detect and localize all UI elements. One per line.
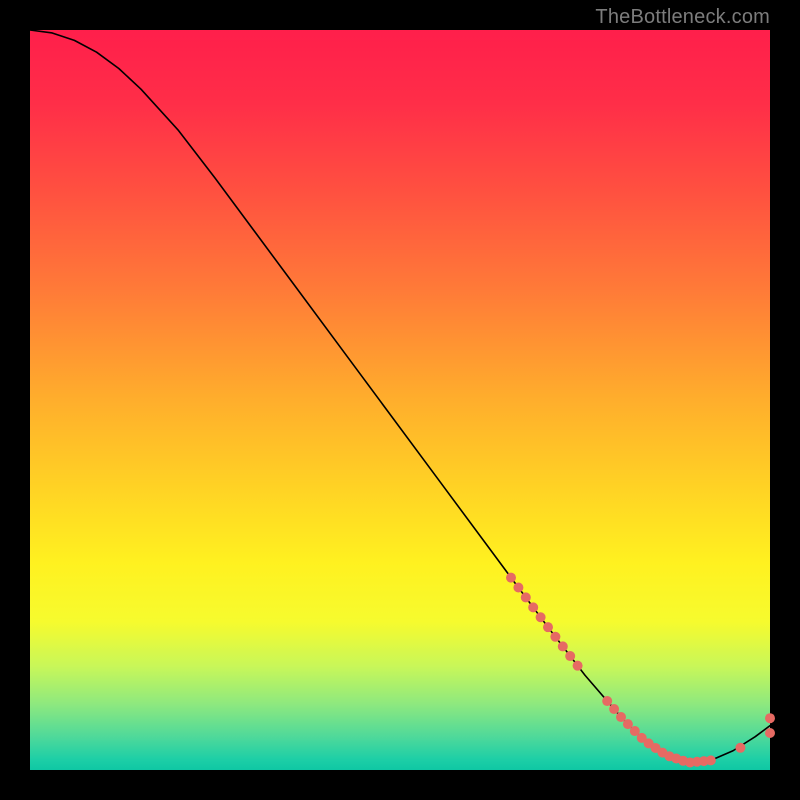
data-point bbox=[565, 651, 575, 661]
data-point bbox=[735, 743, 745, 753]
data-point bbox=[506, 573, 516, 583]
data-point bbox=[558, 641, 568, 651]
data-point bbox=[765, 728, 775, 738]
data-point bbox=[513, 583, 523, 593]
watermark-text: TheBottleneck.com bbox=[595, 6, 770, 29]
data-point bbox=[521, 592, 531, 602]
data-point bbox=[573, 661, 583, 671]
data-point bbox=[602, 696, 612, 706]
data-point bbox=[550, 632, 560, 642]
plot-area bbox=[30, 30, 770, 770]
data-point bbox=[609, 704, 619, 714]
bottleneck-curve bbox=[30, 30, 770, 763]
data-point bbox=[706, 755, 716, 765]
data-point bbox=[765, 713, 775, 723]
data-point bbox=[543, 622, 553, 632]
chart-stage: TheBottleneck.com bbox=[0, 0, 800, 800]
data-points bbox=[506, 573, 775, 768]
data-point bbox=[528, 602, 538, 612]
chart-overlay bbox=[30, 30, 770, 770]
data-point bbox=[536, 612, 546, 622]
